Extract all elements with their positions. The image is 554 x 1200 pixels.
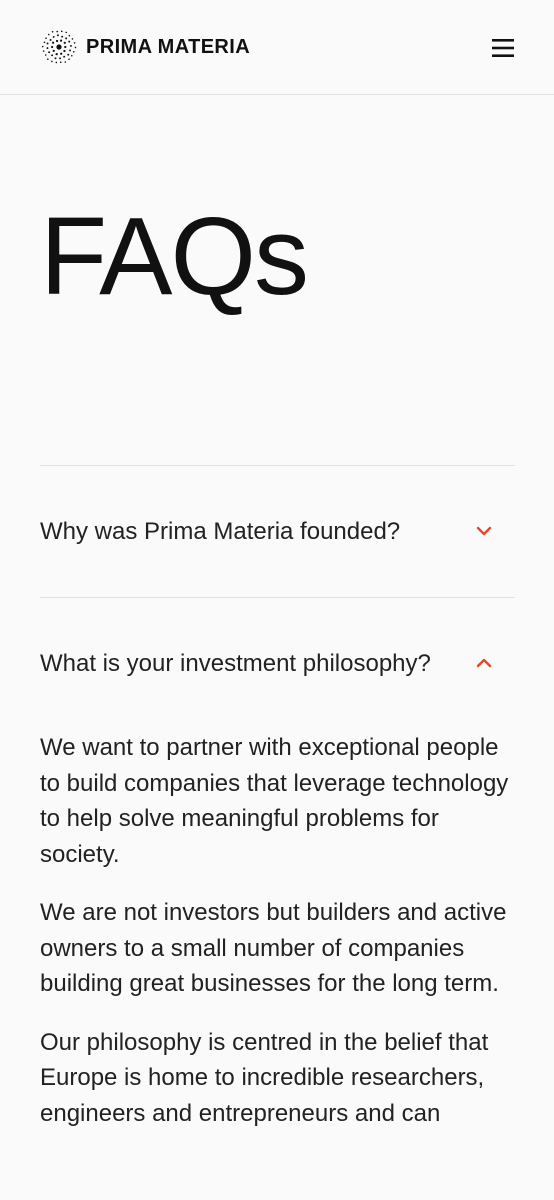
starburst-logo-icon — [41, 30, 77, 64]
chevron-down-icon — [476, 526, 492, 536]
faq-question-toggle[interactable]: What is your investment philosophy? — [40, 598, 515, 682]
faq-answer: We want to partner with exceptional peop… — [40, 730, 515, 1131]
faq-answer-paragraph: We are not investors but builders and ac… — [40, 899, 507, 997]
faq-question-toggle[interactable]: Why was Prima Materia founded? — [40, 466, 515, 550]
brand-logo-link[interactable]: PRIMA MATERIA — [40, 28, 250, 66]
page: PRIMA MATERIA FAQs Why was Prima Materia… — [0, 0, 554, 1200]
site-header: PRIMA MATERIA — [0, 0, 554, 95]
faq-answer-paragraph: We want to partner with exceptional peop… — [40, 734, 509, 868]
page-title: FAQs — [40, 195, 309, 318]
faq-item: What is your investment philosophy? We w… — [40, 597, 515, 1154]
faq-item: Why was Prima Materia founded? — [40, 465, 515, 550]
menu-button[interactable] — [488, 33, 518, 63]
faq-question-text: What is your investment philosophy? — [40, 650, 431, 677]
faq-question-text: Why was Prima Materia founded? — [40, 518, 401, 545]
chevron-up-icon — [476, 658, 492, 668]
hamburger-menu-icon — [492, 39, 514, 57]
brand-name: PRIMA MATERIA — [86, 35, 251, 58]
faq-answer-paragraph: Our philosophy is centred in the belief … — [40, 1028, 489, 1127]
